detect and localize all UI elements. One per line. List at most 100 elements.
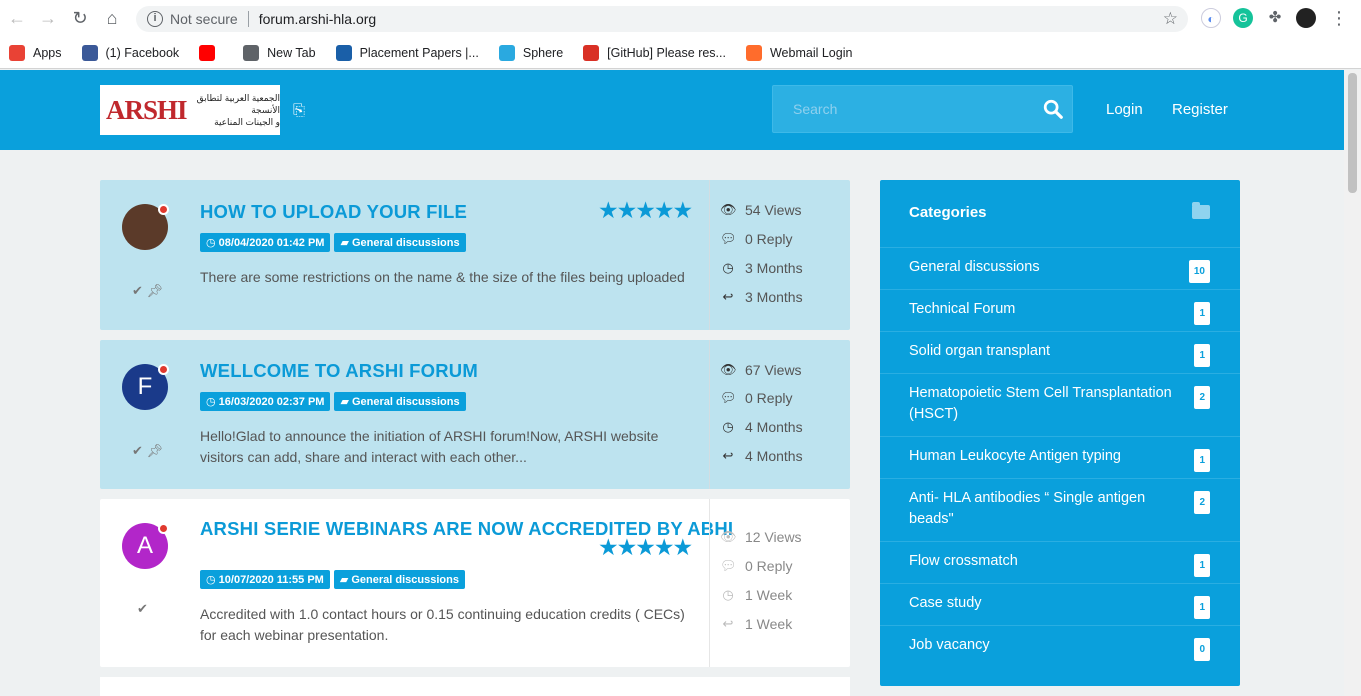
bookmark-item[interactable]: Sphere <box>498 44 563 61</box>
category-item[interactable]: Human Leukocyte Antigen typing 1 <box>880 436 1240 478</box>
scrollbar-thumb[interactable] <box>1348 73 1357 193</box>
reply-count: 0 Reply <box>745 231 793 247</box>
categories-title: Categories <box>909 204 987 221</box>
avatar[interactable]: A <box>122 523 169 569</box>
extension-icon[interactable]: ◐ <box>1201 8 1221 28</box>
category-item[interactable]: Hematopoietic Stem Cell Transplantation … <box>880 373 1240 436</box>
puzzle-icon[interactable]: ✤ <box>1265 8 1285 28</box>
topic-card[interactable]: F ✔ 📌︎ WELLCOME TO ARSHI FORUM ◷ 16/03/2… <box>100 340 850 489</box>
login-link[interactable]: Login <box>1106 101 1143 118</box>
arshi-logo[interactable]: ARSHI الجمعية العربية لتطابق الأنسجة و ا… <box>100 85 280 135</box>
bookmark-item[interactable]: Apps <box>9 44 62 61</box>
topic-card[interactable] <box>100 677 850 696</box>
menu-icon[interactable]: ⋮ <box>1329 8 1349 28</box>
category-item[interactable]: Solid organ transplant 1 <box>880 331 1240 373</box>
date-badge: ◷ 08/04/2020 01:42 PM <box>200 233 331 252</box>
logo-arabic-line2: و الجينات المناعية <box>214 117 280 127</box>
info-icon[interactable]: i <box>147 11 163 27</box>
avatar-letter: A <box>136 532 153 559</box>
bookmark-item[interactable]: Webmail Login <box>745 44 852 61</box>
url-text[interactable]: forum.arshi-hla.org <box>259 11 377 27</box>
last-reply-stat: ↩ 1 Week <box>720 616 793 632</box>
category-badge[interactable]: ▰ General discussions <box>334 233 466 252</box>
category-badge[interactable]: ▰ General discussions <box>333 570 465 589</box>
category-name[interactable]: General discussions <box>909 257 1184 278</box>
vw-icon <box>335 44 352 61</box>
category-count-badge: 2 <box>1194 491 1210 514</box>
topic-category: General discussions <box>351 574 459 586</box>
category-name[interactable]: Solid organ transplant <box>909 341 1184 362</box>
topic-card[interactable]: ✔ 📌︎ HOW TO UPLOAD YOUR FILE ★★★★★ ◷ 08/… <box>100 180 850 330</box>
reply-arrow-icon: ↩ <box>722 289 734 304</box>
bookmark-item[interactable] <box>199 44 223 61</box>
address-bar[interactable]: i Not secure forum.arshi-hla.org ☆ <box>136 6 1188 32</box>
category-name[interactable]: Job vacancy <box>909 635 1184 656</box>
avatar[interactable]: F <box>122 364 169 410</box>
bookmark-item[interactable]: (1) Facebook <box>81 44 179 61</box>
clock-icon: ◷ <box>722 260 734 275</box>
category-count-badge: 1 <box>1194 554 1210 577</box>
check-icon: ✔ <box>137 601 148 616</box>
bookmark-item[interactable]: [GitHub] Please res... <box>583 44 726 61</box>
topic-title[interactable]: WELLCOME TO ARSHI FORUM <box>200 360 478 382</box>
created-stat: ◷ 4 Months <box>720 419 802 435</box>
category-name[interactable]: Anti- HLA antibodies “ Single antigen be… <box>909 488 1184 530</box>
reply-count: 0 Reply <box>745 390 793 406</box>
category-badge[interactable]: ▰ General discussions <box>334 392 466 411</box>
comments-icon: 💬︎ <box>720 558 737 573</box>
category-item[interactable]: Anti- HLA antibodies “ Single antigen be… <box>880 478 1240 541</box>
forward-icon[interactable]: → <box>38 8 58 28</box>
bookmark-item[interactable]: New Tab <box>243 44 316 61</box>
category-count-badge: 2 <box>1194 386 1210 409</box>
copy-icon[interactable]: ⎘ <box>293 102 305 119</box>
grammarly-icon[interactable]: G <box>1233 8 1253 28</box>
bookmark-star-icon[interactable]: ☆ <box>1163 9 1178 29</box>
category-count-badge: 1 <box>1194 344 1210 367</box>
topic-title[interactable]: HOW TO UPLOAD YOUR FILE <box>200 201 467 223</box>
topic-date: 16/03/2020 02:37 PM <box>218 396 325 408</box>
rating-stars: ★★★★★ <box>598 197 693 223</box>
category-item[interactable]: Case study 1 <box>880 583 1240 625</box>
bookmark-item[interactable]: Placement Papers |... <box>335 44 479 61</box>
back-icon[interactable]: ← <box>7 8 27 28</box>
globe-icon <box>243 44 260 61</box>
sphere-icon <box>498 44 515 61</box>
reply-count: 0 Reply <box>745 558 793 574</box>
category-name[interactable]: Case study <box>909 593 1184 614</box>
status-dot <box>158 204 169 215</box>
gmail-icon <box>583 44 600 61</box>
views-stat: 👁︎ 54 Views <box>720 202 802 218</box>
search-input[interactable] <box>773 86 1033 132</box>
pin-icon: 📌︎ <box>146 443 164 458</box>
category-item[interactable]: General discussions 10 <box>880 247 1240 289</box>
replies-stat: 💬︎ 0 Reply <box>720 231 792 247</box>
last-reply-time: 3 Months <box>745 289 803 305</box>
category-name[interactable]: Flow crossmatch <box>909 551 1184 572</box>
category-count-badge: 0 <box>1194 638 1210 661</box>
bookmarks-bar: Apps (1) Facebook New Tab Placement Papers … <box>0 37 1361 69</box>
replies-stat: 💬︎ 0 Reply <box>720 558 792 574</box>
eye-icon: 👁︎ <box>720 362 737 377</box>
scrollbar[interactable] <box>1344 70 1361 696</box>
category-item[interactable]: Flow crossmatch 1 <box>880 541 1240 583</box>
comments-icon: 💬︎ <box>720 390 737 405</box>
topic-meta: ◷ 10/07/2020 11:55 PM ▰ General discussi… <box>200 570 465 589</box>
views-count: 54 Views <box>745 202 802 218</box>
home-icon[interactable]: ⌂ <box>102 8 122 28</box>
reload-icon[interactable]: ↻ <box>70 8 90 28</box>
topic-excerpt: Hello!Glad to announce the initiation of… <box>200 428 659 465</box>
topic-marks: ✔ <box>137 601 148 617</box>
last-reply-time: 1 Week <box>745 616 793 632</box>
topic-card[interactable]: A ✔ ARSHI SERIE WEBINARS ARE NOW ACCREDI… <box>100 499 850 667</box>
bookmark-label: Apps <box>33 45 62 60</box>
category-name[interactable]: Technical Forum <box>909 299 1184 320</box>
register-link[interactable]: Register <box>1172 101 1228 118</box>
search-icon[interactable] <box>1042 98 1064 120</box>
topic-marks: ✔ 📌︎ <box>132 443 163 459</box>
avatar[interactable] <box>122 204 169 250</box>
profile-avatar[interactable] <box>1296 8 1316 28</box>
category-item[interactable]: Job vacancy 0 <box>880 625 1240 667</box>
category-name[interactable]: Human Leukocyte Antigen typing <box>909 446 1184 467</box>
category-name[interactable]: Hematopoietic Stem Cell Transplantation … <box>909 383 1184 425</box>
category-item[interactable]: Technical Forum 1 <box>880 289 1240 331</box>
